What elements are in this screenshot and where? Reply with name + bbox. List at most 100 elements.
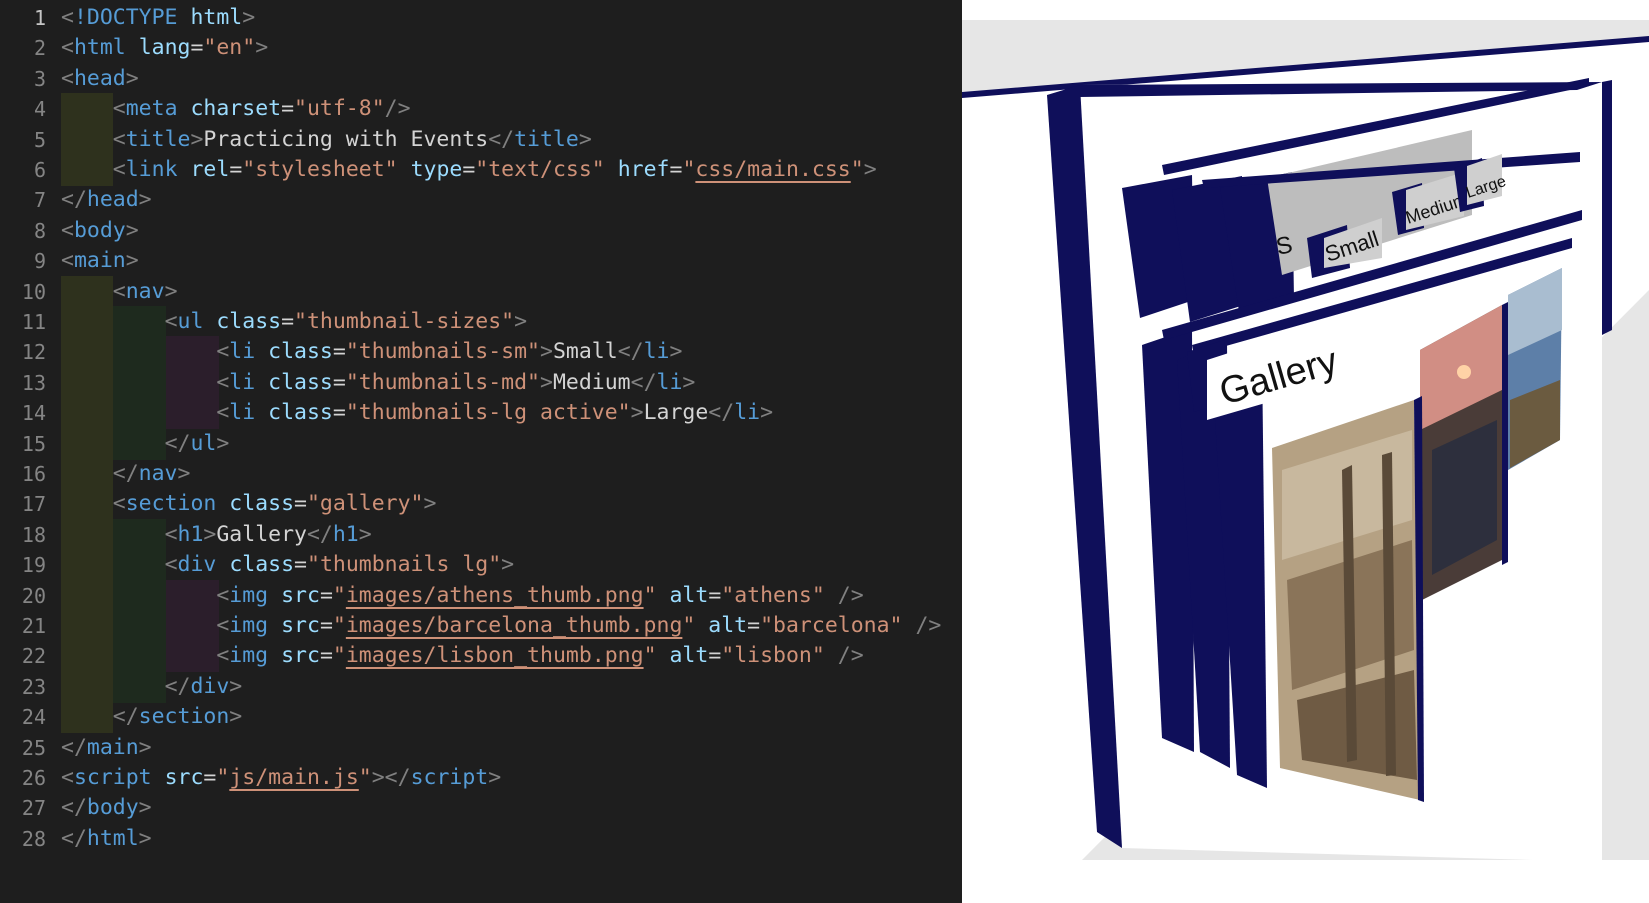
3d-dom-viewer[interactable]: Small Medium Large S Gallery: [962, 0, 1649, 903]
code-token: !DOCTYPE: [73, 5, 178, 30]
code-text: <head>: [61, 63, 139, 95]
code-token: "thumbnails-sm": [345, 339, 540, 365]
code-line[interactable]: 2 <html lang="en">: [0, 32, 962, 64]
code-token: >: [255, 35, 269, 61]
code-token: div: [190, 673, 230, 699]
code-line[interactable]: 21 <img src="images/barcelona_thumb.png"…: [0, 610, 962, 642]
code-token: class: [229, 552, 295, 578]
code-text: <title>Practicing with Events</title>: [61, 124, 592, 156]
code-line[interactable]: 1 <!DOCTYPE html>: [0, 2, 962, 34]
code-token: </: [708, 400, 735, 426]
code-token: <: [61, 65, 74, 91]
code-token: alt: [708, 613, 748, 638]
line-number: 17: [21, 492, 46, 517]
line-number: 27: [21, 796, 46, 821]
code-token: title: [514, 126, 579, 152]
code-text: <!DOCTYPE html>: [61, 2, 255, 34]
code-line[interactable]: 13 <li class="thumbnails-md">Medium</li>: [0, 366, 962, 399]
line-number: 5: [33, 127, 46, 152]
code-text: </ul>: [61, 428, 230, 460]
code-token: >: [682, 369, 696, 395]
code-token: head: [73, 65, 126, 91]
code-token: src: [281, 582, 320, 608]
code-text: <body>: [61, 215, 139, 247]
code-token: main: [86, 734, 139, 760]
code-line[interactable]: 23 </div>: [0, 670, 962, 703]
code-token: =: [319, 613, 333, 638]
thumbnail-lisbon: [1508, 268, 1562, 470]
code-token: =: [229, 157, 243, 182]
code-token: >: [488, 765, 502, 790]
code-token: meta: [125, 96, 178, 122]
thumb-divider-2: [1502, 302, 1508, 565]
code-line[interactable]: 16 </nav>: [0, 458, 962, 490]
code-token: ": [332, 613, 346, 638]
line-number: 9: [33, 249, 46, 274]
code-token: head: [86, 187, 139, 213]
code-token: charset: [190, 96, 282, 122]
code-text: <li class="thumbnails-md">Medium</li>: [61, 367, 695, 399]
code-line[interactable]: 10 <nav>: [0, 275, 962, 308]
code-token: <: [112, 157, 126, 182]
code-token: "athens": [721, 582, 825, 608]
code-line[interactable]: 22 <img src="images/lisbon_thumb.png" al…: [0, 640, 962, 673]
code-line[interactable]: 28 </html>: [0, 823, 962, 855]
code-line[interactable]: 11 <ul class="thumbnail-sizes">: [0, 306, 962, 338]
code-line[interactable]: 4 <meta charset="utf-8"/>: [0, 93, 962, 126]
code-text: <section class="gallery">: [61, 488, 437, 520]
code-line[interactable]: 9 <main>: [0, 245, 962, 277]
line-number: 20: [21, 583, 46, 608]
code-line[interactable]: 27 </body>: [0, 792, 962, 824]
code-token: <: [112, 126, 126, 152]
code-token: </: [617, 339, 644, 365]
code-line[interactable]: 20 <img src="images/athens_thumb.png" al…: [0, 579, 962, 612]
code-line[interactable]: 19 <div class="thumbnails lg">: [0, 549, 962, 582]
code-line[interactable]: 12 <li class="thumbnails-sm">Small</li>: [0, 336, 962, 369]
code-token: >: [514, 309, 528, 334]
code-line[interactable]: 25 </main>: [0, 732, 962, 764]
code-line[interactable]: 15 </ul>: [0, 427, 962, 460]
code-token: h1: [177, 521, 204, 547]
code-line[interactable]: 14 <li class="thumbnails-lg active">Larg…: [0, 397, 962, 430]
code-line[interactable]: 7 </head>: [0, 184, 962, 216]
code-token: >: [125, 217, 139, 243]
code-line[interactable]: 6 <link rel="stylesheet" type="text/css"…: [0, 154, 962, 186]
code-line[interactable]: 24 </section>: [0, 701, 962, 734]
code-token: "barcelona": [760, 613, 903, 638]
code-token: li: [643, 339, 670, 365]
code-token: section: [138, 704, 230, 730]
code-token: "thumbnails-md": [345, 369, 540, 395]
line-number: 2: [33, 36, 46, 61]
code-token: main: [73, 248, 126, 274]
code-token: <: [61, 217, 74, 243]
code-line[interactable]: 18 <h1>Gallery</h1>: [0, 518, 962, 551]
code-token: html: [86, 825, 139, 851]
code-editor[interactable]: 1 <!DOCTYPE html> 2 <html lang="en"> 3 <head>…: [0, 0, 962, 903]
code-line[interactable]: 5 <title>Practicing with Events</title>: [0, 123, 962, 156]
code-line[interactable]: 26 <script src="js/main.js"></script>: [0, 762, 962, 794]
code-line[interactable]: 3 <head>: [0, 63, 962, 95]
code-text: </main>: [61, 732, 152, 764]
code-token: "thumbnails lg": [307, 552, 502, 578]
code-line[interactable]: 17 <section class="gallery">: [0, 488, 962, 521]
code-token: img: [229, 643, 269, 669]
code-token: "lisbon": [721, 643, 825, 669]
code-token: body: [73, 217, 126, 243]
code-line[interactable]: 8 <body>: [0, 215, 962, 247]
